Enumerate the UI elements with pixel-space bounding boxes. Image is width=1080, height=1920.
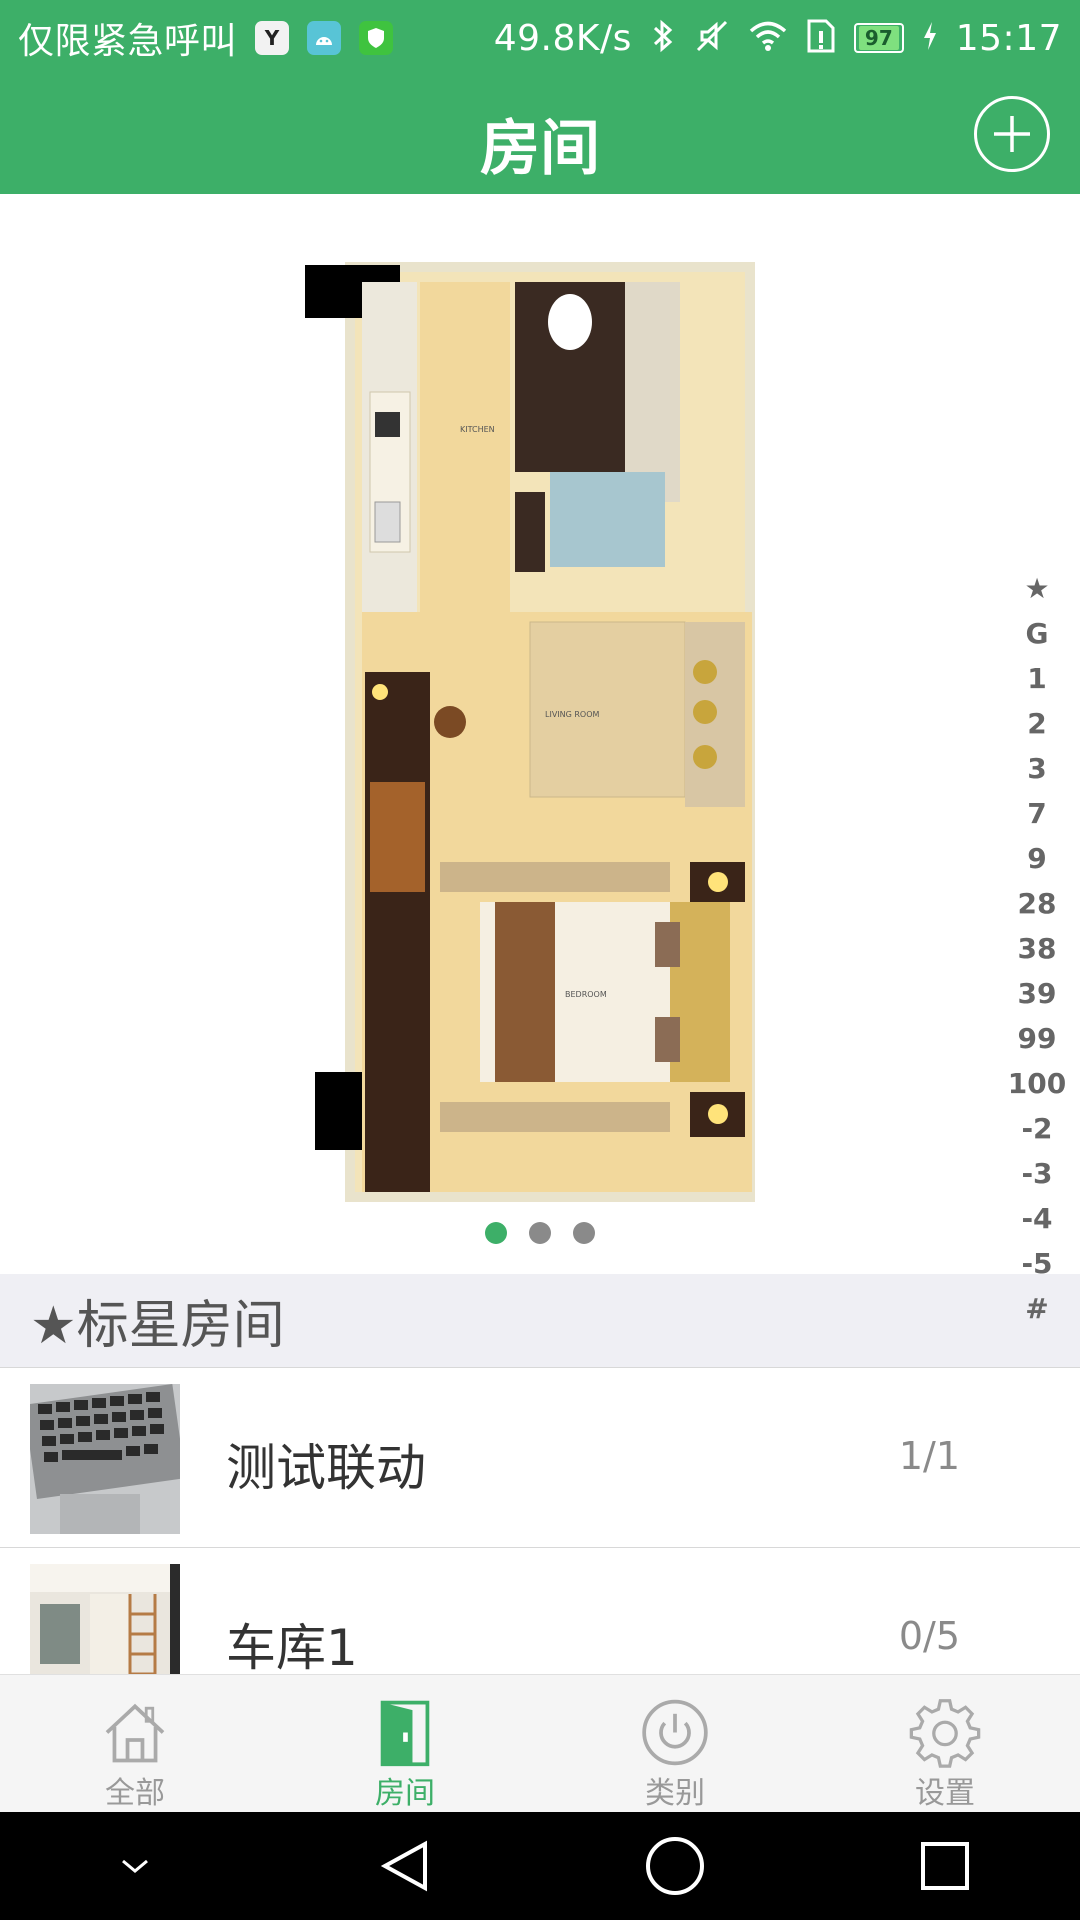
index-bar[interactable]: ★ G 1 2 3 7 9 28 38 39 99 100 -2 -3 -4 -… xyxy=(1002,566,1072,1331)
mute-icon xyxy=(694,18,730,58)
room-device-count: 0/5 xyxy=(898,1614,960,1658)
tab-categories[interactable]: 类别 xyxy=(540,1675,810,1812)
battery-level: 97 xyxy=(858,26,899,50)
svg-text:LIVING ROOM: LIVING ROOM xyxy=(545,710,600,719)
clock: 15:17 xyxy=(955,17,1062,59)
status-right: 49.8K/s 97 15:17 xyxy=(494,18,1062,59)
index-item[interactable]: G xyxy=(1026,611,1049,656)
tab-label: 类别 xyxy=(645,1776,705,1811)
gear-icon xyxy=(909,1699,981,1768)
carrier-text: 仅限紧急呼叫 xyxy=(18,21,238,62)
carousel-dot[interactable] xyxy=(485,1222,507,1244)
floorplan-image: LIVING ROOM BEDROOM KITCHEN xyxy=(305,262,755,1202)
svg-text:BEDROOM: BEDROOM xyxy=(565,990,607,999)
back-button[interactable] xyxy=(365,1826,445,1906)
room-row[interactable]: 车库1 0/5 xyxy=(0,1548,1080,1674)
system-nav-bar xyxy=(0,1812,1080,1920)
room-thumbnail xyxy=(30,1384,180,1534)
index-item[interactable]: 9 xyxy=(1027,836,1046,881)
room-device-count: 1/1 xyxy=(898,1434,960,1478)
home-icon xyxy=(105,1703,165,1763)
index-item[interactable]: 38 xyxy=(1018,926,1057,971)
index-item[interactable]: # xyxy=(1025,1286,1048,1331)
carousel-dot[interactable] xyxy=(573,1222,595,1244)
power-icon xyxy=(642,1699,708,1766)
home-button[interactable] xyxy=(635,1826,715,1906)
room-name: 测试联动 xyxy=(226,1439,426,1497)
index-item[interactable]: ★ xyxy=(1024,566,1049,611)
index-item[interactable]: 3 xyxy=(1027,746,1046,791)
svg-text:KITCHEN: KITCHEN xyxy=(460,425,495,434)
add-room-button[interactable] xyxy=(974,96,1050,172)
index-item[interactable]: -5 xyxy=(1021,1241,1052,1286)
index-item[interactable]: -4 xyxy=(1021,1196,1052,1241)
room-name: 车库1 xyxy=(226,1619,358,1674)
index-item[interactable]: 2 xyxy=(1027,701,1046,746)
home-circle-icon xyxy=(646,1837,704,1895)
wifi-icon xyxy=(748,20,788,56)
index-item[interactable]: -3 xyxy=(1021,1151,1052,1196)
room-thumbnail xyxy=(30,1564,180,1674)
room-list: 测试联动 1/1 车库1 0/5 xyxy=(0,1368,1080,1674)
back-triangle-icon xyxy=(380,1840,427,1892)
room-row[interactable]: 测试联动 1/1 xyxy=(0,1368,1080,1548)
bluetooth-icon xyxy=(650,18,676,58)
charging-icon xyxy=(922,21,938,55)
tab-label: 设置 xyxy=(915,1776,975,1811)
tab-settings[interactable]: 设置 xyxy=(810,1675,1080,1812)
page-title: 房间 xyxy=(480,114,600,184)
status-left: 仅限紧急呼叫 Y xyxy=(18,12,394,64)
index-item[interactable]: 7 xyxy=(1027,791,1046,836)
shield-icon xyxy=(359,21,394,55)
android-icon xyxy=(307,21,342,55)
recents-button[interactable] xyxy=(905,1826,985,1906)
tab-all[interactable]: 全部 xyxy=(0,1675,270,1812)
recents-square-icon xyxy=(921,1842,969,1890)
battery-icon: 97 xyxy=(853,23,904,53)
floorplan-carousel[interactable]: LIVING ROOM BEDROOM KITCHEN xyxy=(0,194,1080,1274)
status-bar: 仅限紧急呼叫 Y 49.8K/s 97 15:17 xyxy=(0,0,1080,76)
plus-circle-icon xyxy=(994,116,1030,152)
index-item[interactable]: 99 xyxy=(1018,1016,1057,1061)
section-header-starred: ★标星房间 xyxy=(0,1274,1080,1368)
sim-icon xyxy=(806,18,836,58)
carousel-dot[interactable] xyxy=(529,1222,551,1244)
net-speed: 49.8K/s xyxy=(493,17,632,59)
index-item[interactable]: 100 xyxy=(1008,1061,1066,1106)
chevron-down-icon xyxy=(122,1859,148,1873)
door-icon xyxy=(380,1700,430,1767)
index-item[interactable]: -2 xyxy=(1021,1106,1052,1151)
tab-label: 房间 xyxy=(375,1776,435,1811)
tab-rooms[interactable]: 房间 xyxy=(270,1675,540,1812)
bottom-nav: 全部 房间 类别 设置 xyxy=(0,1674,1080,1812)
title-bar: 房间 xyxy=(0,76,1080,194)
index-item[interactable]: 39 xyxy=(1018,971,1057,1016)
index-item[interactable]: 28 xyxy=(1018,881,1057,926)
tab-label: 全部 xyxy=(105,1776,165,1811)
y-app-icon: Y xyxy=(255,21,290,55)
carousel-dots xyxy=(0,1222,1080,1244)
index-item[interactable]: 1 xyxy=(1027,656,1046,701)
hide-nav-button[interactable] xyxy=(95,1826,175,1906)
